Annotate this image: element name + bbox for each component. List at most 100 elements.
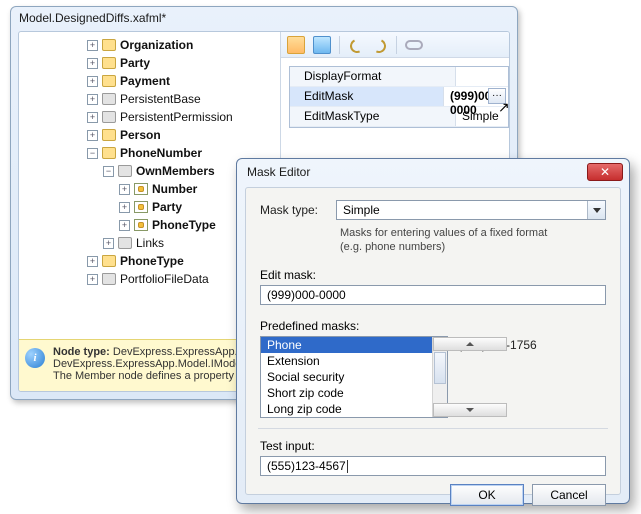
link-icon[interactable] [405,40,423,50]
tree-item-label: Party [152,200,182,214]
scroll-up-icon[interactable] [433,337,507,351]
tree-item-label: Payment [120,74,170,88]
cancel-button[interactable]: Cancel [532,484,606,506]
mask-type-value: Simple [337,201,605,219]
tree-item-label: PhoneType [152,218,216,232]
folder-icon [102,75,116,87]
collapse-icon[interactable]: − [87,148,98,159]
property-toolbar [281,32,509,58]
tree-item-label: Links [136,236,164,250]
expand-icon[interactable]: + [87,256,98,267]
divider [258,428,608,429]
folder-icon [118,165,132,177]
list-item[interactable]: Extension [261,353,432,369]
folder-icon [102,273,116,285]
undo-icon[interactable] [348,37,364,53]
folder-icon [102,39,116,51]
property-name: EditMaskType [290,107,456,126]
tree-item[interactable]: + Person [19,126,280,144]
expand-icon[interactable]: + [119,220,130,231]
collapse-icon[interactable]: − [103,166,114,177]
member-icon [134,201,148,213]
test-input-value: (555)123-4567 [267,459,346,473]
expand-icon[interactable]: + [87,130,98,141]
separator [339,36,340,54]
property-value[interactable]: (999)000-0000···↖ [444,87,508,106]
expand-icon[interactable]: + [103,238,114,249]
tree-item-label: PortfolioFileData [120,272,209,286]
folder-icon [102,147,116,159]
tree-item-label: PersistentBase [120,92,201,106]
expand-icon[interactable]: + [119,202,130,213]
mask-type-combo[interactable]: Simple [336,200,606,220]
property-name: DisplayFormat [290,67,456,86]
expand-icon[interactable]: + [87,112,98,123]
folder-icon [102,129,116,141]
tree-item-label: Person [120,128,161,142]
mask-editor-dialog: Mask Editor ✕ Mask type: Simple Masks fo… [236,158,630,504]
tree-item-label: Number [152,182,197,196]
property-row[interactable]: DisplayFormat [290,67,508,87]
ok-button[interactable]: OK [450,484,524,506]
expand-icon[interactable]: + [87,274,98,285]
tree-item[interactable]: +Organization [19,36,280,54]
list-item[interactable]: Long zip code [261,401,432,417]
edit-mask-input[interactable] [260,285,606,305]
dialog-title: Mask Editor [247,165,310,179]
hint-line-2: (e.g. phone numbers) [340,240,606,254]
tree-item[interactable]: + PersistentPermission [19,108,280,126]
member-icon [134,183,148,195]
tree-item-label: PhoneNumber [120,146,202,160]
info-label: Node type: [53,346,110,358]
folder-icon [102,255,116,267]
info-icon [25,348,45,368]
info-text1: DevExpress.ExpressApp.M [110,346,247,358]
scroll-thumb[interactable] [434,352,446,384]
predefined-masks-label: Predefined masks: [260,319,606,333]
mask-type-label: Mask type: [260,203,330,217]
ellipsis-button[interactable]: ··· [488,88,506,104]
chevron-down-icon[interactable] [587,201,605,219]
text-caret [347,460,348,473]
scroll-down-icon[interactable] [433,403,507,417]
expand-icon[interactable]: + [87,94,98,105]
expand-icon[interactable]: + [87,76,98,87]
expand-icon[interactable]: + [87,58,98,69]
folder-icon [102,93,116,105]
tree-item[interactable]: + PersistentBase [19,90,280,108]
alphabetical-icon[interactable] [313,36,331,54]
window-title: Model.DesignedDiffs.xafml* [11,7,517,29]
property-grid[interactable]: DisplayFormatEditMask(999)000-0000···↖Ed… [289,66,509,128]
property-name: EditMask [290,87,444,106]
tree-item-label: OwnMembers [136,164,215,178]
list-item[interactable]: Short zip code [261,385,432,401]
test-input[interactable]: (555)123-4567 [260,456,606,476]
property-value[interactable]: Simple [456,107,508,126]
dialog-titlebar: Mask Editor ✕ [237,159,629,185]
mask-type-hint: Masks for entering values of a fixed for… [340,226,606,254]
hint-line-1: Masks for entering values of a fixed for… [340,226,606,240]
expand-icon[interactable]: + [87,40,98,51]
property-row[interactable]: EditMask(999)000-0000···↖ [290,87,508,107]
redo-icon[interactable] [372,37,388,53]
folder-icon [102,111,116,123]
test-input-label: Test input: [260,439,606,453]
categorized-icon[interactable] [287,36,305,54]
expand-icon[interactable]: + [119,184,130,195]
folder-icon [102,57,116,69]
tree-item-label: PhoneType [120,254,184,268]
tree-item-label: PersistentPermission [120,110,233,124]
tree-item[interactable]: + Party [19,54,280,72]
close-button[interactable]: ✕ [587,163,623,181]
property-value[interactable] [456,67,508,86]
list-item[interactable]: Phone [261,337,432,353]
tree-item-label: Party [120,56,150,70]
folder-icon [118,237,132,249]
predefined-masks-listbox[interactable]: PhoneExtensionSocial securityShort zip c… [260,336,448,418]
dialog-body: Mask type: Simple Masks for entering val… [245,187,621,495]
scrollbar[interactable] [432,337,447,417]
tree-item[interactable]: + Payment [19,72,280,90]
property-row[interactable]: EditMaskTypeSimple [290,107,508,127]
list-item[interactable]: Social security [261,369,432,385]
edit-mask-label: Edit mask: [260,268,606,282]
